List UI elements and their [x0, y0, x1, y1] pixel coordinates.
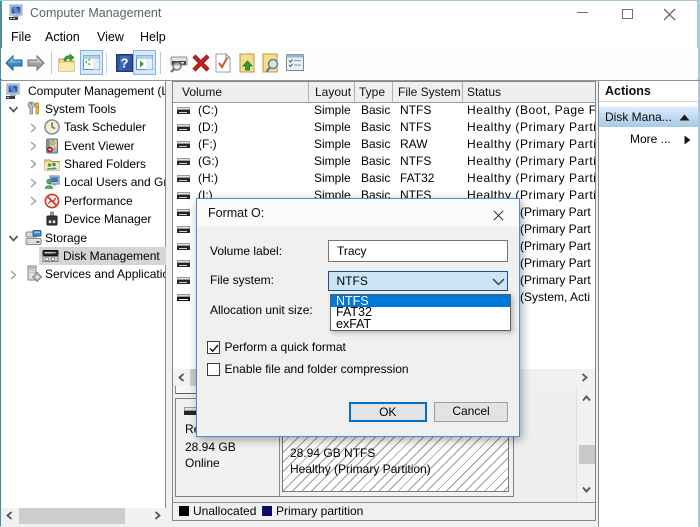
- svg-text:?: ?: [121, 56, 129, 71]
